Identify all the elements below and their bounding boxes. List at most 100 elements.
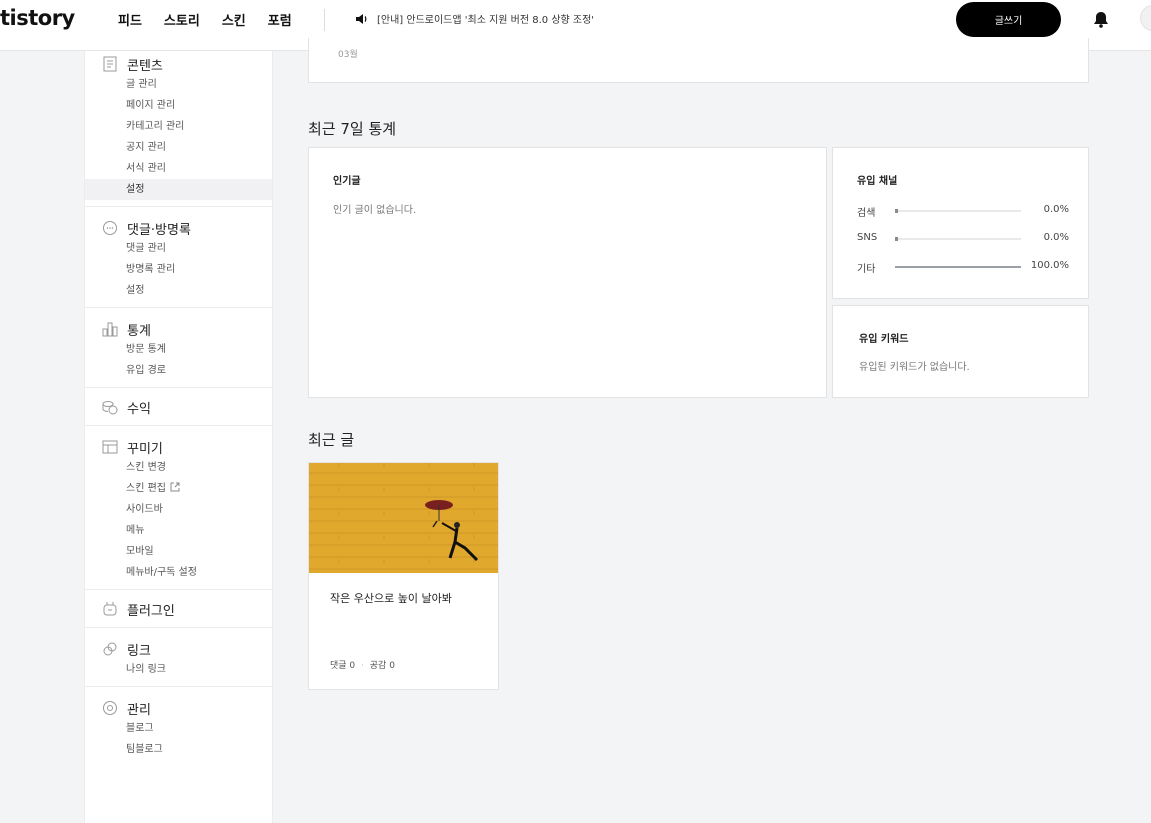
post-comments: 댓글 0: [330, 661, 356, 671]
sidebar-head-label: 댓글·방명록: [127, 222, 191, 238]
sidebar-item-visit-stats[interactable]: 방문 통계: [85, 339, 272, 360]
channel-row-sns: SNS 0.0%: [857, 232, 1069, 246]
sidebar-group-design: 꾸미기 스킨 변경 스킨 편집 사이드바 메뉴 모바일 메뉴바/구독 설정: [85, 426, 272, 590]
sidebar-head-label: 꾸미기: [127, 441, 163, 457]
channel-row-other: 기타 100.0%: [857, 260, 1069, 275]
sidebar-head-label: 통계: [127, 323, 151, 339]
sidebar-item-blog[interactable]: 블로그: [85, 718, 272, 739]
sidebar-head-content[interactable]: 콘텐츠: [85, 54, 272, 74]
external-link-icon: [170, 482, 180, 492]
channel-bar: [895, 209, 1021, 213]
sidebar-head-label: 플러그인: [127, 603, 175, 619]
channel-name: SNS: [857, 232, 878, 243]
notice-text: [안내] 안드로이드앱 '최소 지원 버전 8.0 상향 조정': [377, 15, 595, 26]
sidebar-item-skin-change[interactable]: 스킨 변경: [85, 457, 272, 478]
avatar[interactable]: [1140, 5, 1151, 31]
sidebar-head-link[interactable]: 링크: [85, 639, 272, 659]
sidebar-group-link: 링크 나의 링크: [85, 628, 272, 687]
sidebar-item-posts[interactable]: 글 관리: [85, 74, 272, 95]
plugin-icon: [101, 601, 118, 618]
sidebar-item-referrer[interactable]: 유입 경로: [85, 360, 272, 381]
channels-title: 유입 채널: [857, 176, 898, 187]
nav-skin[interactable]: 스킨: [222, 10, 246, 29]
sidebar-item-pages[interactable]: 페이지 관리: [85, 95, 272, 116]
sidebar-item-comment-manage[interactable]: 댓글 관리: [85, 238, 272, 259]
post-meta: 댓글 0 · 공감 0: [330, 658, 395, 671]
monthly-stats-card: 03월: [308, 38, 1089, 83]
sidebar-item-skin-edit[interactable]: 스킨 편집: [85, 478, 272, 499]
global-nav: 피드 스토리 스킨 포럼: [118, 10, 314, 29]
sidebar-head-label: 수익: [127, 401, 151, 417]
coin-icon: [101, 399, 118, 416]
post-thumbnail[interactable]: [309, 463, 498, 573]
recent-posts-title: 최근 글: [308, 431, 355, 449]
channel-bar: [895, 237, 1021, 241]
sidebar-item-categories[interactable]: 카테고리 관리: [85, 116, 272, 137]
sidebar-item-sidebar[interactable]: 사이드바: [85, 499, 272, 520]
sidebar-head-label: 링크: [127, 643, 151, 659]
sidebar-head-design[interactable]: 꾸미기: [85, 437, 272, 457]
channel-name: 기타: [857, 264, 876, 275]
month-label: 03월: [338, 50, 358, 60]
sidebar-group-stats: 통계 방문 통계 유입 경로: [85, 308, 272, 388]
sidebar-item-comment-settings[interactable]: 설정: [85, 280, 272, 301]
sidebar-item-templates[interactable]: 서식 관리: [85, 158, 272, 179]
sidebar-head-manage[interactable]: 관리: [85, 698, 272, 718]
keywords-empty-text: 유입된 키워드가 없습니다.: [859, 362, 970, 373]
popular-empty-text: 인기 글이 없습니다.: [333, 205, 417, 216]
sidebar-item-notices[interactable]: 공지 관리: [85, 137, 272, 158]
sidebar-head-revenue[interactable]: 수익: [85, 397, 272, 417]
skin-edit-label: 스킨 편집: [126, 483, 166, 494]
sidebar-item-menu[interactable]: 메뉴: [85, 520, 272, 541]
post-likes: 공감 0: [369, 661, 395, 671]
chart-icon: [101, 321, 118, 338]
sidebar-item-my-links[interactable]: 나의 링크: [85, 659, 272, 680]
channel-percent: 0.0%: [1043, 232, 1069, 243]
sidebar-group-comments: 댓글·방명록 댓글 관리 방명록 관리 설정: [85, 207, 272, 308]
referrer-keywords-card: 유입 키워드 유입된 키워드가 없습니다.: [832, 305, 1089, 398]
sidebar-head-label: 콘텐츠: [127, 58, 163, 74]
recent-post-card[interactable]: 작은 우산으로 높이 날아봐 댓글 0 · 공감 0: [308, 462, 499, 690]
tistory-logo[interactable]: tistory: [0, 6, 75, 30]
nav-feed[interactable]: 피드: [118, 10, 142, 29]
header-divider: [324, 9, 325, 31]
channel-name: 검색: [857, 208, 876, 219]
keywords-title: 유입 키워드: [859, 334, 909, 345]
layout-icon: [101, 439, 118, 456]
post-title[interactable]: 작은 우산으로 높이 날아봐: [330, 590, 452, 606]
bell-icon[interactable]: [1093, 11, 1109, 32]
meta-separator: ·: [361, 661, 364, 671]
sidebar-group-revenue: 수익: [85, 388, 272, 426]
sidebar-item-mobile[interactable]: 모바일: [85, 541, 272, 562]
document-icon: [101, 56, 118, 73]
sidebar-group-plugin: 플러그인: [85, 590, 272, 628]
channel-percent: 0.0%: [1043, 204, 1069, 215]
sidebar-head-plugin[interactable]: 플러그인: [85, 599, 272, 619]
nav-story[interactable]: 스토리: [164, 10, 200, 29]
sidebar-item-content-settings[interactable]: 설정: [85, 179, 272, 200]
channel-bar: [895, 266, 1021, 268]
popular-posts-card: 인기글 인기 글이 없습니다.: [308, 147, 827, 398]
sidebar-head-label: 관리: [127, 702, 151, 718]
speaker-icon: [356, 13, 367, 24]
channel-row-search: 검색 0.0%: [857, 204, 1069, 219]
write-button[interactable]: 글쓰기: [956, 2, 1061, 37]
nav-forum[interactable]: 포럼: [268, 10, 292, 29]
channel-percent: 100.0%: [1030, 260, 1069, 271]
link-icon: [101, 641, 118, 658]
umbrella-woman-image: [309, 463, 498, 573]
notice-banner[interactable]: [안내] 안드로이드앱 '최소 지원 버전 8.0 상향 조정': [355, 11, 594, 26]
weekly-stats-title: 최근 7일 통계: [308, 120, 397, 138]
sidebar-item-menubar-subscribe[interactable]: 메뉴바/구독 설정: [85, 562, 272, 583]
sidebar: 콘텐츠 글 관리 페이지 관리 카테고리 관리 공지 관리 서식 관리 설정 댓…: [84, 51, 273, 823]
sidebar-item-guestbook[interactable]: 방명록 관리: [85, 259, 272, 280]
referrer-channels-card: 유입 채널 검색 0.0% SNS 0.0% 기타 100.0%: [832, 147, 1089, 299]
channel-fill: [895, 266, 1021, 268]
comment-icon: [101, 220, 118, 237]
sidebar-head-stats[interactable]: 통계: [85, 319, 272, 339]
sidebar-item-team-blog[interactable]: 팀블로그: [85, 739, 272, 760]
popular-title: 인기글: [333, 176, 361, 187]
sidebar-head-comments[interactable]: 댓글·방명록: [85, 218, 272, 238]
sidebar-group-manage: 관리 블로그 팀블로그: [85, 687, 272, 766]
sidebar-group-content: 콘텐츠 글 관리 페이지 관리 카테고리 관리 공지 관리 서식 관리 설정: [85, 51, 272, 207]
